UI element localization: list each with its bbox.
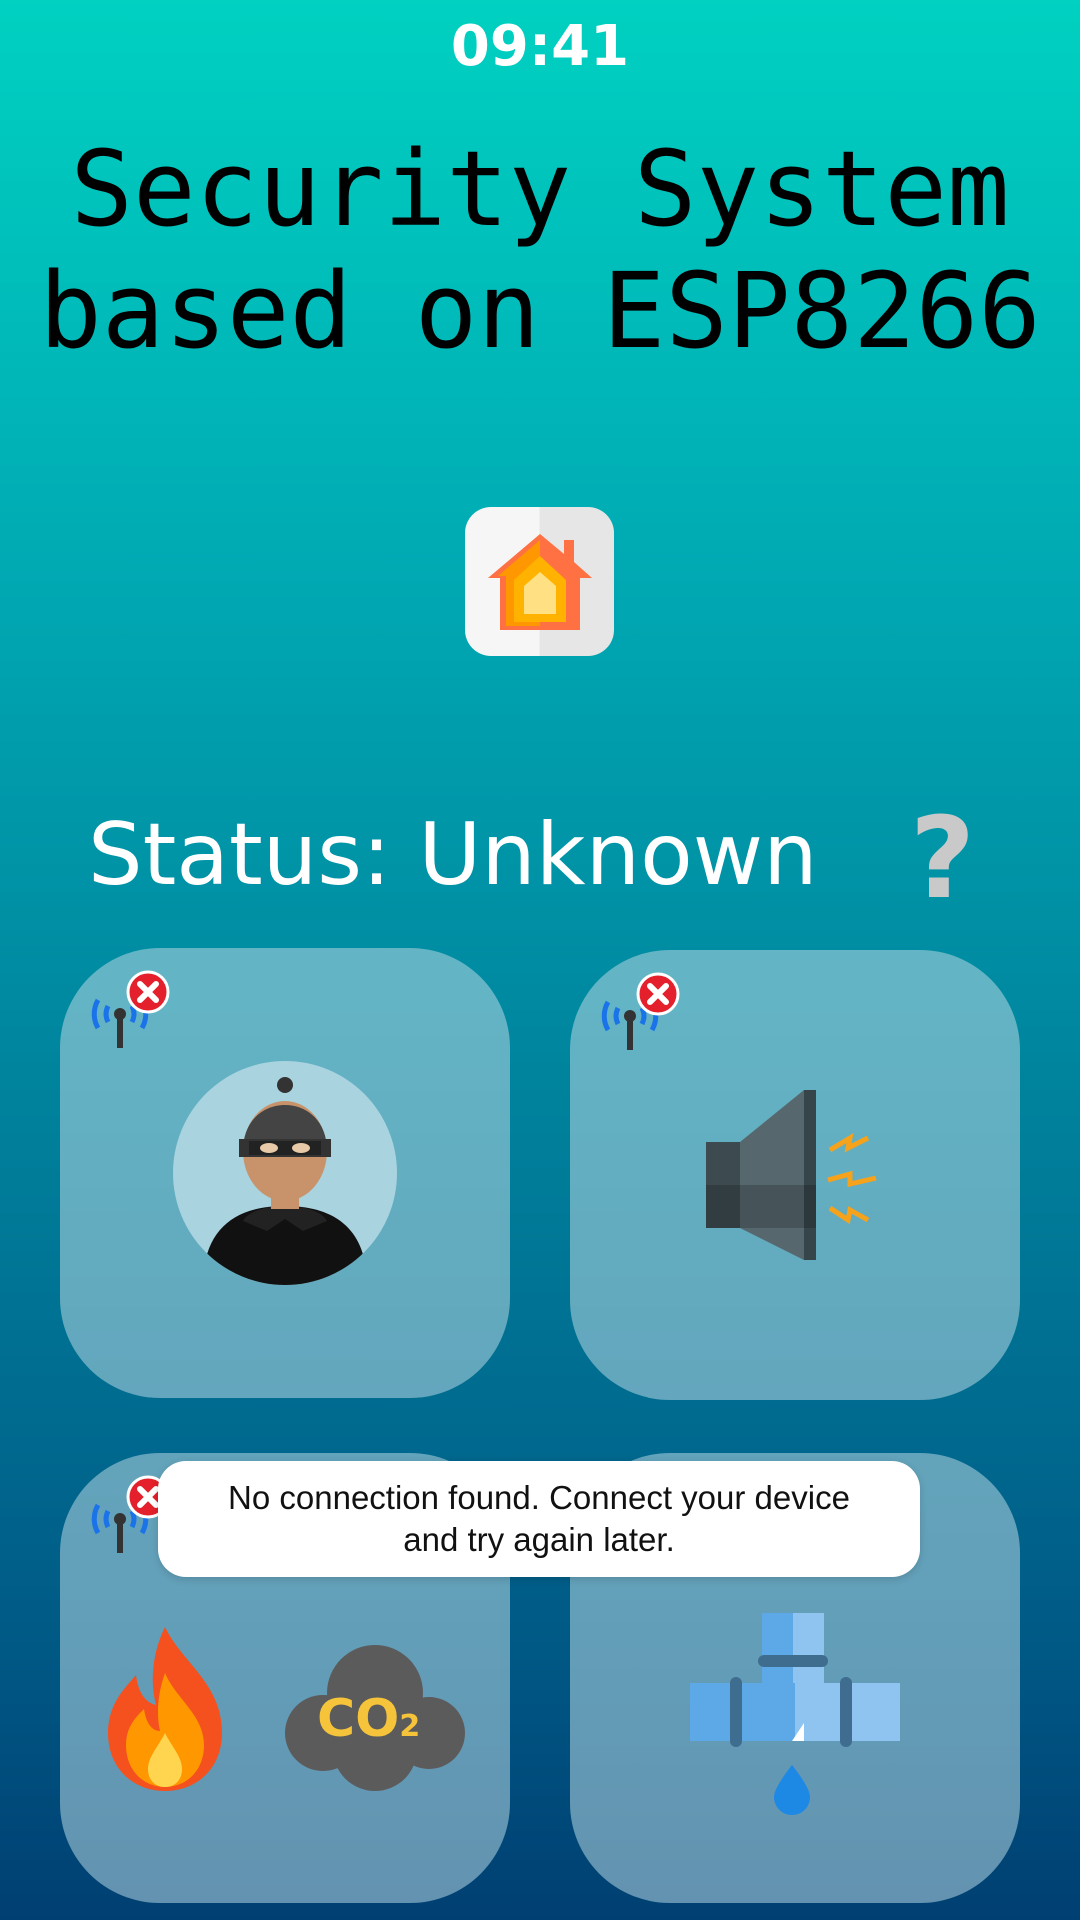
fire-icon (108, 1627, 222, 1791)
card-siren[interactable] (570, 950, 1020, 1400)
app-logo (465, 507, 614, 656)
disconnected-antenna-icon (91, 970, 170, 1048)
disconnected-antenna-icon (601, 972, 680, 1050)
card-intruder-sensor[interactable] (60, 948, 510, 1398)
status-unknown-icon: ? (910, 794, 975, 924)
burglar-icon (173, 1061, 397, 1285)
pipe-leak-icon (690, 1613, 900, 1815)
co2-subscript: 2 (399, 1709, 421, 1744)
speaker-icon (706, 1090, 877, 1260)
title-line-1: Security System (70, 128, 1010, 250)
status-time: 09:41 (450, 14, 630, 79)
status-row: Status: Unknown ? (88, 794, 1008, 924)
title-line-2: based on ESP8266 (39, 250, 1041, 372)
toast-message: No connection found. Connect your device… (158, 1461, 920, 1577)
home-icon (487, 533, 592, 630)
co2-text: CO (317, 1689, 400, 1749)
page-title: Security System based on ESP8266 (0, 128, 1080, 372)
status-label: Status: Unknown (88, 805, 818, 905)
co2-icon: CO2 (283, 1641, 467, 1793)
